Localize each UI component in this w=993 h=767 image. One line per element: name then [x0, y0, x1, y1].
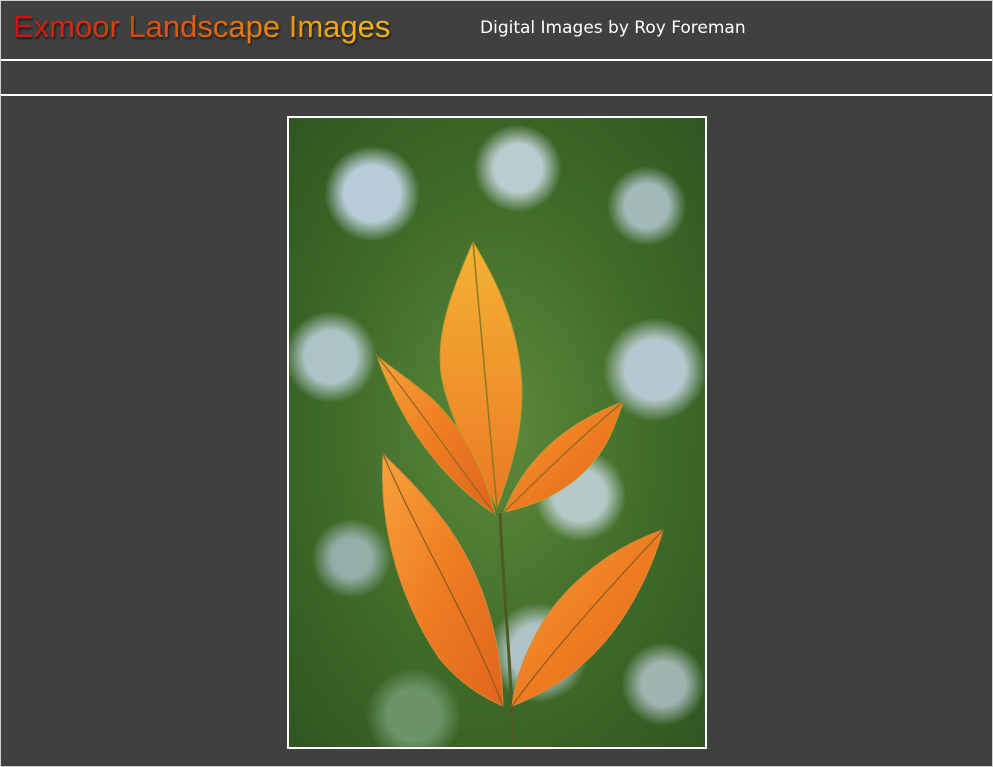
site-title-text[interactable]: Exmoor Landscape Images [13, 9, 390, 44]
leaf-photo-illustration [375, 240, 664, 747]
featured-photo[interactable] [287, 116, 707, 749]
site-subtitle: Digital Images by Roy Foreman [480, 18, 746, 38]
navigation-bar [1, 61, 992, 96]
leaf-upper-right [503, 401, 624, 513]
stem [498, 512, 515, 747]
leaf-lower-right [511, 529, 664, 707]
page: Exmoor Landscape Images Digital Images b… [0, 0, 993, 767]
site-title[interactable]: Exmoor Landscape Images [13, 9, 390, 45]
site-header: Exmoor Landscape Images Digital Images b… [1, 1, 992, 61]
